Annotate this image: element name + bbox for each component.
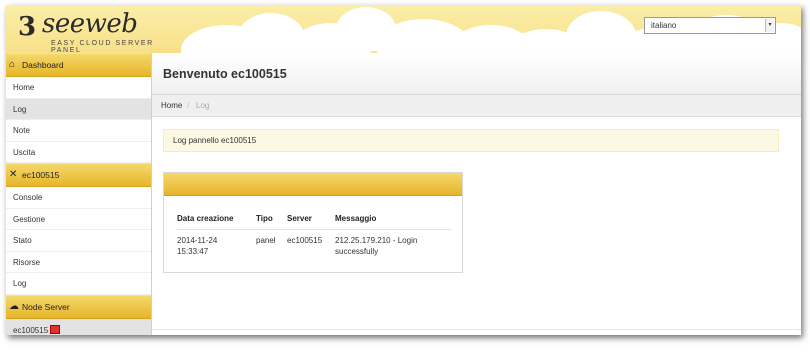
home-icon: ⌂: [9, 59, 16, 70]
sidebar-item-stato[interactable]: Stato: [6, 230, 151, 252]
breadcrumb: Home / Log: [152, 95, 801, 117]
sidebar-item-node-ec100515[interactable]: ec100515: [6, 318, 151, 335]
footer-divider: [152, 329, 801, 330]
table-divider: [177, 229, 451, 230]
header: 3 seeweb EASY CLOUD SERVER PANEL italian…: [6, 5, 801, 53]
sidebar-item-label: Stato: [13, 236, 32, 245]
column-header-date: Data creazione: [177, 214, 234, 223]
app-window: 3 seeweb EASY CLOUD SERVER PANEL italian…: [6, 5, 801, 335]
language-select-value: italiano: [651, 21, 677, 30]
log-panel: Data creazione Tipo Server Messaggio 201…: [163, 172, 463, 273]
cell-date-day: 2014-11-24: [177, 236, 218, 245]
sidebar-item-note[interactable]: Note: [6, 120, 151, 142]
breadcrumb-current: Log: [196, 101, 210, 110]
cell-message: 212.25.179.210 - Login successfully: [335, 235, 417, 257]
sidebar-item-label: Home: [13, 83, 35, 92]
logo-subtitle: EASY CLOUD SERVER PANEL: [51, 40, 154, 53]
language-select[interactable]: italiano ▾: [644, 17, 776, 34]
page-title: Benvenuto ec100515: [163, 67, 287, 81]
sidebar-item-label: ec100515: [13, 325, 49, 335]
sidebar-item-label: Uscita: [13, 147, 36, 157]
column-header-type: Tipo: [256, 214, 273, 223]
info-alert: Log pannello ec100515: [163, 129, 779, 152]
sidebar-item-gestione[interactable]: Gestione: [6, 209, 151, 230]
status-flag-icon: [50, 324, 61, 334]
sidebar-item-console[interactable]: Console: [6, 187, 151, 209]
column-header-message: Messaggio: [335, 214, 377, 223]
sidebar-section-dashboard[interactable]: ⌂ Dashboard: [6, 53, 151, 77]
chevron-down-icon[interactable]: ▾: [765, 19, 774, 32]
sidebar-item-label: Risorse: [13, 257, 41, 267]
panel-header: [164, 173, 462, 196]
sidebar-section-label: Dashboard: [22, 60, 64, 70]
sidebar-item-server-log[interactable]: Log: [6, 273, 151, 295]
sidebar-item-label: Log: [13, 279, 27, 288]
sidebar-item-label: Note: [13, 126, 30, 135]
tools-icon: ✕: [9, 169, 18, 180]
logo-text: seeweb: [42, 9, 138, 39]
alert-text: Log pannello ec100515: [173, 136, 257, 145]
main-content: Benvenuto ec100515 Home / Log Log pannel…: [152, 53, 801, 335]
sidebar-item-label: Gestione: [13, 214, 46, 224]
cell-date-time: 15:33:47: [177, 247, 209, 256]
cell-type: panel: [256, 236, 276, 245]
cloud-icon: ☁: [9, 300, 19, 312]
sidebar-item-uscita[interactable]: Uscita: [6, 142, 151, 163]
sidebar-section-label: ec100515: [22, 170, 60, 180]
seeweb-logo[interactable]: 3 seeweb EASY CLOUD SERVER PANEL: [18, 9, 168, 53]
sidebar-item-label: Console: [13, 193, 43, 202]
sidebar: ⌂ Dashboard Home Log Note Uscita ✕ ec100…: [6, 53, 152, 335]
sidebar-item-label: Log: [13, 104, 27, 114]
column-header-server: Server: [287, 214, 312, 223]
sidebar-item-home[interactable]: Home: [6, 77, 151, 99]
page-header: Benvenuto ec100515: [152, 53, 801, 95]
sidebar-section-label: Node Server: [22, 301, 70, 312]
cell-server: ec100515: [287, 236, 323, 245]
breadcrumb-home-link[interactable]: Home: [161, 101, 182, 110]
logo-mark: 3: [18, 12, 37, 42]
cell-date: 2014-11-24 15:33:47: [177, 235, 217, 257]
cell-message-line1: 212.25.179.210 - Login: [335, 236, 418, 245]
breadcrumb-separator: /: [187, 101, 190, 110]
sidebar-section-server[interactable]: ✕ ec100515: [6, 163, 151, 187]
sidebar-item-risorse[interactable]: Risorse: [6, 252, 151, 273]
sidebar-section-node-server[interactable]: ☁ Node Server: [6, 294, 151, 319]
cell-message-line2: successfully: [335, 247, 379, 256]
sidebar-item-log[interactable]: Log: [6, 98, 151, 120]
